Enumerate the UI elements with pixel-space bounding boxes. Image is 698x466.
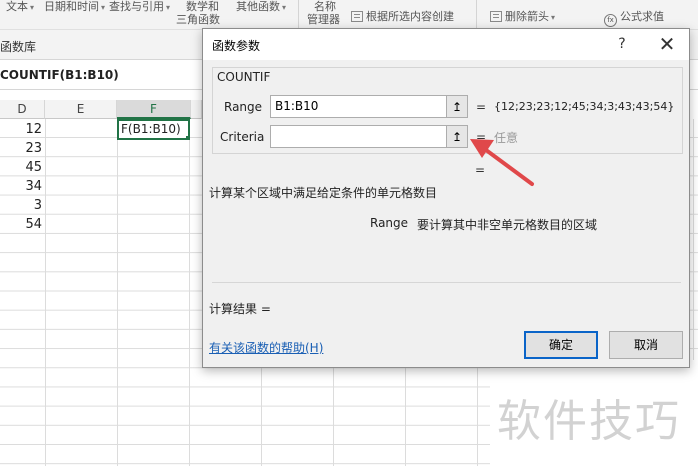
chevron-down-icon: ▾: [282, 3, 287, 12]
function-library-group-label: 函数库: [0, 40, 37, 54]
column-header-f[interactable]: F: [117, 100, 191, 119]
help-icon[interactable]: ?: [612, 34, 632, 54]
ribbon-datetime-button[interactable]: 日期和时间 ▾: [44, 0, 105, 14]
column-header-partial[interactable]: [191, 100, 202, 119]
ribbon-math-line2[interactable]: 三角函数: [176, 13, 220, 26]
active-cell-f1[interactable]: F(B1:B10): [117, 119, 190, 140]
column-header-e[interactable]: E: [45, 100, 117, 119]
remove-arrows-button[interactable]: 删除箭头 ▾: [490, 10, 555, 24]
ribbon-lookup-label: 查找与引用: [109, 0, 164, 13]
range-label: Range: [224, 100, 263, 114]
ribbon-other-label: 其他函数: [236, 0, 280, 13]
cell-d5[interactable]: 3: [0, 196, 42, 215]
ribbon-text-label: 文本: [6, 0, 28, 13]
excel-window: 文本 ▾ 日期和时间 ▾ 查找与引用 ▾ 数学和 三角函数 其他函数 ▾ 名称 管理器 …: [0, 0, 698, 466]
criteria-equals: =: [476, 130, 487, 144]
ribbon-lookup-button[interactable]: 查找与引用 ▾: [109, 0, 170, 14]
argument-description-text: 要计算其中非空单元格数目的区域: [417, 218, 598, 232]
chevron-down-icon: ▾: [551, 13, 556, 22]
formulas-ribbon: 文本 ▾ 日期和时间 ▾ 查找与引用 ▾ 数学和 三角函数 其他函数 ▾ 名称 管理器 …: [0, 0, 698, 30]
formula-result-label: 计算结果 =: [209, 302, 271, 316]
criteria-collapse-icon[interactable]: ↥: [446, 125, 468, 148]
chevron-down-icon: ▾: [30, 3, 35, 12]
dialog-title: 函数参数: [212, 39, 261, 53]
ribbon-text-button[interactable]: 文本 ▾: [6, 0, 34, 14]
remove-arrows-label: 删除箭头: [505, 10, 549, 23]
chevron-down-icon: ▾: [101, 3, 106, 12]
column-header-d[interactable]: D: [0, 100, 45, 119]
cell-d2[interactable]: 23: [0, 139, 42, 158]
watermark-text: 软件技巧: [497, 396, 681, 447]
create-from-selection-button[interactable]: 根据所选内容创建: [351, 10, 454, 23]
function-help-link[interactable]: 有关该函数的帮助(H): [209, 339, 323, 356]
function-description: 计算某个区域中满足给定条件的单元格数目: [209, 186, 438, 200]
criteria-result: 任意: [494, 131, 519, 145]
function-arguments-dialog: 函数参数 ? ✕ COUNTIF Range B1:B10 ↥ = {12;23…: [202, 28, 690, 368]
ribbon-math-line1[interactable]: 数学和: [186, 0, 219, 13]
cancel-button[interactable]: 取消: [609, 331, 683, 359]
create-from-selection-label: 根据所选内容创建: [366, 10, 454, 23]
ribbon-separator: [476, 0, 477, 28]
cell-d6[interactable]: 54: [0, 215, 42, 234]
range-input[interactable]: B1:B10: [270, 95, 448, 118]
remove-arrows-icon: [490, 11, 502, 22]
formula-bar-text: COUNTIF(B1:B10): [0, 68, 119, 82]
evaluate-formula-button[interactable]: fx 公式求值: [604, 10, 664, 27]
cell-d3[interactable]: 45: [0, 158, 42, 177]
ribbon-name-line2[interactable]: 管理器: [307, 13, 340, 26]
ribbon-name-line1[interactable]: 名称: [314, 0, 336, 13]
criteria-label: Criteria: [220, 130, 265, 144]
function-result-equals: =: [475, 163, 486, 177]
dialog-titlebar[interactable]: 函数参数 ? ✕: [203, 29, 689, 60]
argument-description-name: Range: [370, 216, 409, 230]
range-equals: =: [476, 100, 487, 114]
function-args-group: COUNTIF Range B1:B10 ↥ = {12;23;23;12;45…: [212, 67, 683, 154]
cell-d1[interactable]: 12: [0, 120, 42, 139]
ribbon-separator: [298, 0, 299, 28]
table-icon: [351, 11, 363, 22]
evaluate-formula-label: 公式求值: [620, 10, 664, 23]
range-collapse-icon[interactable]: ↥: [446, 95, 468, 118]
evaluate-formula-icon: fx: [604, 14, 617, 27]
ok-button[interactable]: 确定: [524, 331, 598, 359]
range-result: {12;23;23;12;45;34;3;43;43;54}: [494, 100, 675, 113]
dialog-divider: [212, 282, 681, 283]
ribbon-other-button[interactable]: 其他函数 ▾: [236, 0, 286, 14]
criteria-input[interactable]: [270, 125, 448, 148]
function-name: COUNTIF: [217, 70, 274, 84]
chevron-down-icon: ▾: [166, 3, 171, 12]
ribbon-datetime-label: 日期和时间: [44, 0, 99, 13]
close-icon[interactable]: ✕: [653, 31, 681, 57]
cell-d4[interactable]: 34: [0, 177, 42, 196]
